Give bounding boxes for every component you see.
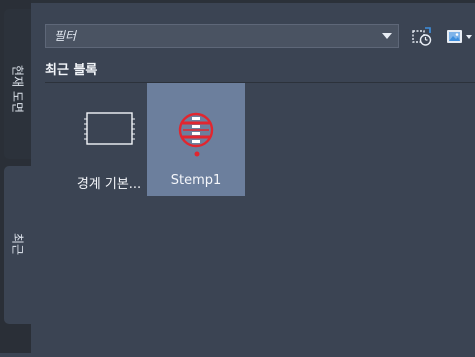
block-gallery: 경계 기본... Stemp1 <box>45 82 475 357</box>
blocks-panel: 최근 블록 경계 기본... <box>31 0 475 357</box>
tab-current-drawing[interactable]: 현재 도면 <box>4 9 31 159</box>
browse-blocks-button[interactable] <box>411 26 433 48</box>
rectangle-block-icon <box>84 112 135 145</box>
section-title: 최근 블록 <box>45 63 98 78</box>
chevron-down-icon[interactable] <box>382 33 392 39</box>
image-view-icon <box>447 30 472 43</box>
filter-input[interactable] <box>46 25 374 47</box>
tab-recent[interactable]: 최근 <box>4 166 31 324</box>
red-stamp-icon <box>178 112 214 157</box>
insert-block-icon <box>412 27 432 46</box>
side-tab-strip: 현재 도면 최근 <box>0 0 31 353</box>
block-tile[interactable]: 경계 기본... <box>60 83 158 196</box>
block-label: 경계 기본... <box>76 177 142 192</box>
filter-combobox[interactable] <box>45 24 399 48</box>
thumbnail-view-button[interactable] <box>445 26 475 48</box>
tab-current-drawing-label: 현재 도면 <box>10 65 24 113</box>
tab-recent-label: 최근 <box>10 232 24 256</box>
block-label: Stemp1 <box>170 173 222 188</box>
block-tile-selected[interactable]: Stemp1 <box>147 83 245 196</box>
